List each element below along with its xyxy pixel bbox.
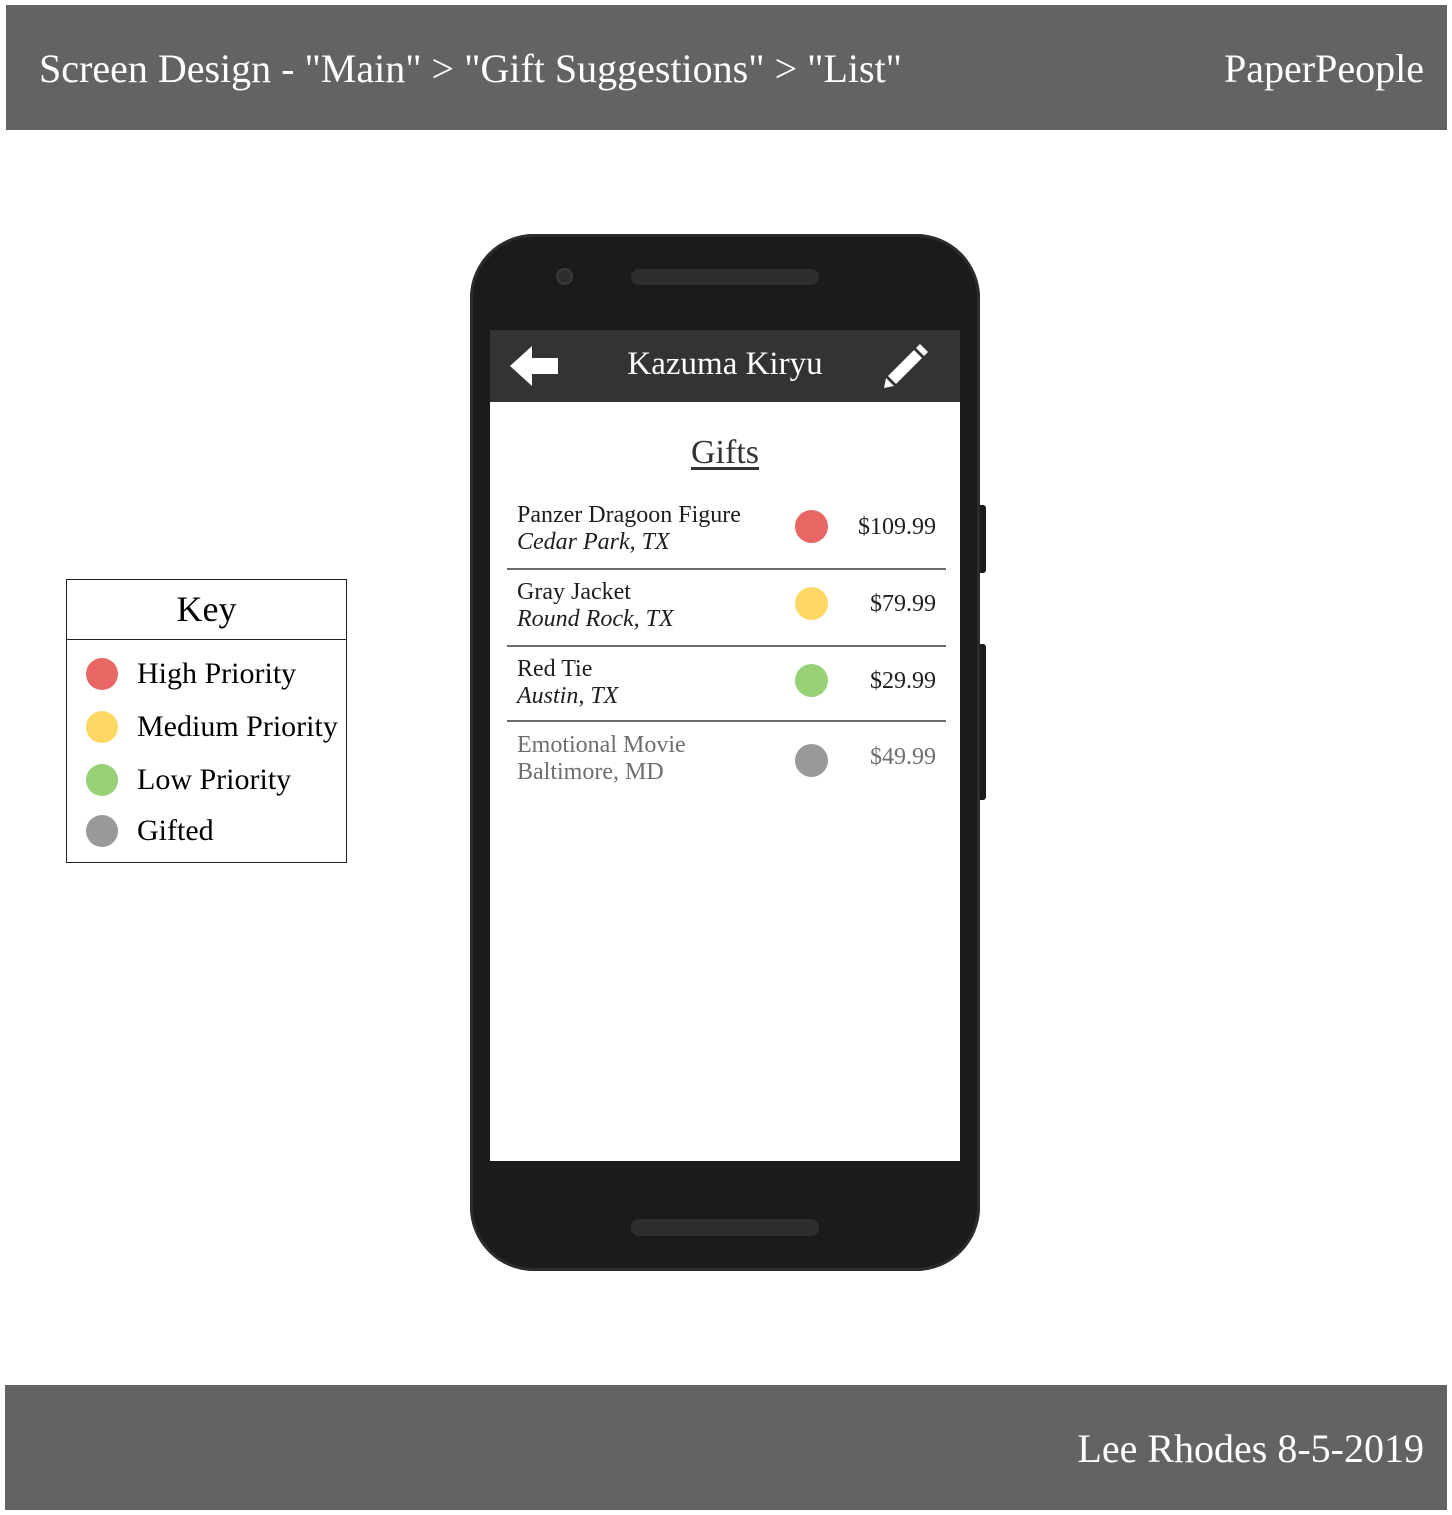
key-label: Low Priority	[137, 763, 292, 796]
medium-priority-dot-icon	[86, 711, 118, 743]
gift-price: $79.99	[870, 591, 936, 617]
gift-location: Cedar Park, TX	[517, 529, 670, 555]
gifted-dot-icon	[86, 815, 118, 847]
key-label: Gifted	[137, 814, 214, 847]
gift-row-red-tie[interactable]: Red Tie Austin, TX $29.99	[507, 652, 946, 720]
divider	[507, 568, 946, 570]
gift-row-gray-jacket[interactable]: Gray Jacket Round Rock, TX $79.99	[507, 575, 946, 645]
author-date-credit: Lee Rhodes 8-5-2019	[1077, 1426, 1424, 1471]
key-item-high-priority: High Priority	[86, 654, 296, 694]
high-priority-dot-icon	[86, 658, 118, 690]
low-priority-dot-icon	[86, 764, 118, 796]
gift-price: $49.99	[870, 744, 936, 770]
key-item-low-priority: Low Priority	[86, 760, 291, 800]
gift-name: Red Tie	[517, 656, 593, 682]
phone-frame: Kazuma Kiryu Gifts Panzer Dragoon Figure…	[470, 234, 980, 1271]
app-bar: Kazuma Kiryu	[490, 330, 960, 402]
camera-icon	[556, 268, 573, 285]
divider	[507, 645, 946, 647]
gift-name: Gray Jacket	[517, 579, 631, 605]
speaker-grille	[631, 269, 819, 285]
gift-location: Round Rock, TX	[517, 606, 674, 632]
screen-design-title: Screen Design - "Main" > "Gift Suggestio…	[39, 46, 903, 91]
gift-row-panzer-dragoon-figure[interactable]: Panzer Dragoon Figure Cedar Park, TX $10…	[507, 498, 946, 568]
gift-name: Panzer Dragoon Figure	[517, 502, 741, 528]
header-band: Screen Design - "Main" > "Gift Suggestio…	[6, 5, 1447, 130]
low-priority-dot-icon	[795, 664, 828, 697]
high-priority-dot-icon	[795, 510, 828, 543]
priority-key: Key High Priority Medium Priority Low Pr…	[66, 579, 347, 863]
medium-priority-dot-icon	[795, 587, 828, 620]
key-title: Key	[67, 580, 346, 640]
speaker-grille	[631, 1219, 819, 1236]
gift-name: Emotional Movie	[517, 732, 686, 758]
key-label: Medium Priority	[137, 710, 338, 743]
gift-price: $109.99	[858, 514, 936, 540]
gift-row-emotional-movie[interactable]: Emotional Movie Baltimore, MD $49.99	[507, 728, 946, 800]
gift-price: $29.99	[870, 668, 936, 694]
gifted-dot-icon	[795, 744, 828, 777]
gift-location: Baltimore, MD	[517, 759, 664, 785]
phone-screen: Kazuma Kiryu Gifts Panzer Dragoon Figure…	[490, 330, 960, 1161]
key-label: High Priority	[137, 657, 297, 690]
key-item-gifted: Gifted	[86, 811, 214, 851]
footer-band: Lee Rhodes 8-5-2019	[5, 1385, 1447, 1510]
divider	[507, 720, 946, 722]
gift-location: Austin, TX	[517, 683, 619, 709]
pencil-icon[interactable]	[882, 342, 930, 390]
gifts-heading: Gifts	[691, 434, 759, 471]
key-item-medium-priority: Medium Priority	[86, 707, 338, 747]
brand-name: PaperPeople	[1224, 46, 1424, 91]
